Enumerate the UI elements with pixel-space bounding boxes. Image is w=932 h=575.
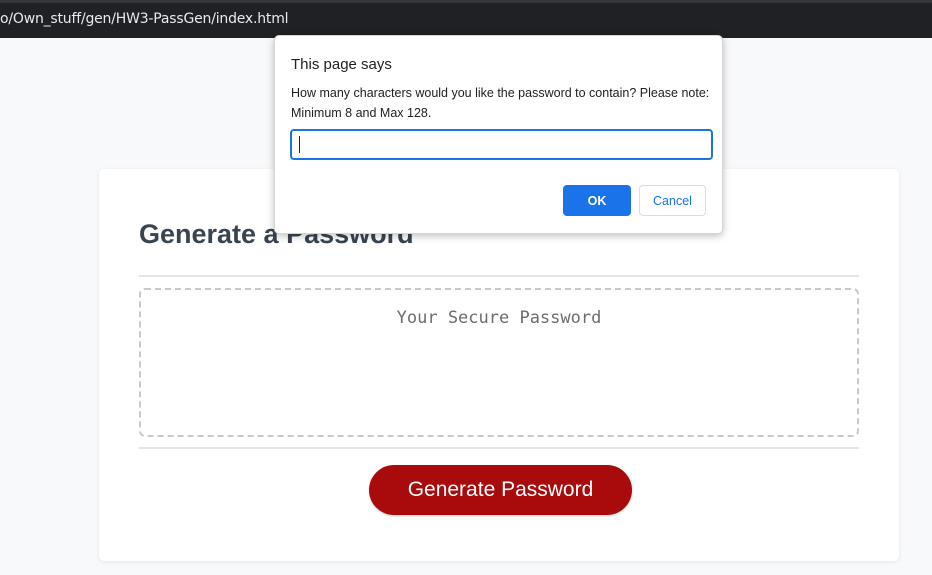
cancel-button[interactable]: Cancel [639,185,706,216]
card-divider-bottom [139,447,859,449]
browser-address-bar[interactable]: o/Own_stuff/gen/HW3-PassGen/index.html [0,0,932,38]
generate-password-button[interactable]: Generate Password [369,465,632,515]
text-caret [299,136,300,153]
prompt-dialog: This page says How many characters would… [274,35,723,234]
character-count-input[interactable] [290,129,713,160]
dialog-message: How many characters would you like the p… [291,86,710,120]
password-output[interactable] [139,288,859,437]
dialog-title: This page says [291,56,392,73]
card-divider-top [139,275,859,277]
tab-strip-edge [0,0,932,3]
ok-button[interactable]: OK [563,185,631,216]
url-text[interactable]: o/Own_stuff/gen/HW3-PassGen/index.html [0,11,289,27]
